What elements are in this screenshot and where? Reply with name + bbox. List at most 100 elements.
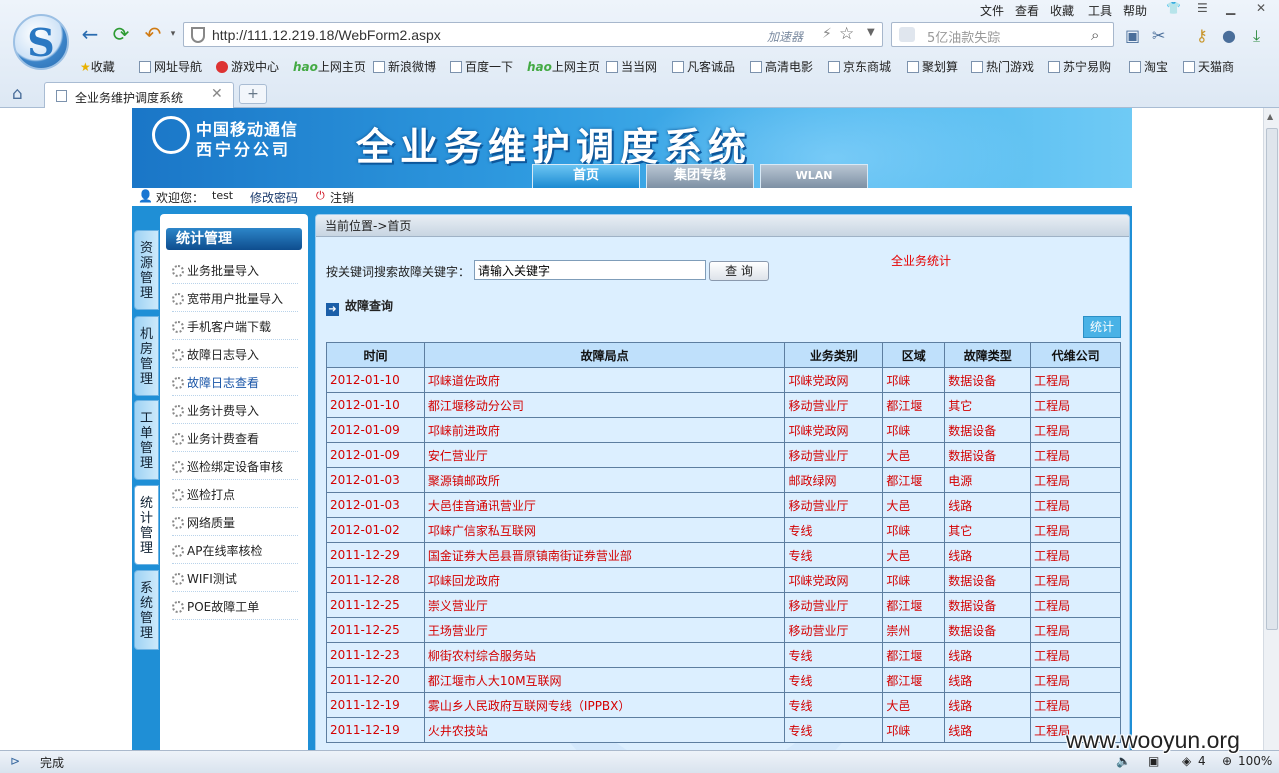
table-row[interactable]: 2012-01-09 安仁营业厅 移动营业厅 大邑 数据设备 工程局 (326, 442, 1121, 468)
table-row[interactable]: 2011-12-29 国金证券大邑县晋原镇南街证券营业部 专线 大邑 线路 工程局 (326, 542, 1121, 568)
sidebar-item-current[interactable]: 故障日志查看 (172, 370, 298, 396)
change-password-link[interactable]: 修改密码 (250, 189, 298, 206)
scissors-icon[interactable]: ✂ (1152, 26, 1165, 45)
watermark-text: www.wooyun.org (1066, 727, 1240, 753)
fav-item[interactable]: 高清电影 (750, 58, 813, 75)
vtab-statistics[interactable]: 统计管理 (134, 485, 159, 565)
sidebar-item[interactable]: 网络质量 (172, 510, 298, 536)
table-row[interactable]: 2012-01-09 邛崃前进政府 邛崃党政网 邛崃 数据设备 工程局 (326, 417, 1121, 443)
vtab-machine-room[interactable]: 机房管理 (134, 316, 159, 396)
home-icon[interactable]: ⌂ (12, 84, 23, 104)
undo-dropdown-icon[interactable]: ▾ (161, 22, 185, 46)
stats-button[interactable]: 统计 (1083, 316, 1121, 338)
tool-icon-1[interactable]: ▣ (1125, 26, 1140, 45)
table-row[interactable]: 2011-12-23 柳街农村综合服务站 专线 都江堰 线路 工程局 (326, 642, 1121, 668)
scrollbar-thumb[interactable] (1266, 128, 1278, 630)
vtab-system[interactable]: 系统管理 (134, 570, 159, 650)
fav-item[interactable]: 凡客诚品 (672, 58, 735, 75)
accelerator-button[interactable]: 加速器 (767, 28, 803, 45)
sidebar-item[interactable]: 巡检绑定设备审核 (172, 454, 298, 480)
search-box[interactable]: 5亿油款失踪 ⌕ (891, 22, 1114, 47)
fav-item[interactable]: 天猫商 (1183, 58, 1234, 75)
star-icon[interactable]: ☆ (839, 24, 854, 44)
sidebar-item[interactable]: 业务计费查看 (172, 426, 298, 452)
table-row[interactable]: 2011-12-28 邛崃回龙政府 邛崃党政网 邛崃 数据设备 工程局 (326, 567, 1121, 593)
fav-item[interactable]: 京东商城 (828, 58, 891, 75)
bolt-icon[interactable]: ⚡ (822, 26, 832, 42)
table-row[interactable]: 2012-01-03 聚源镇邮政所 邮政绿网 都江堰 电源 工程局 (326, 467, 1121, 493)
table-row[interactable]: 2012-01-03 大邑佳音通讯营业厅 移动营业厅 大邑 线路 工程局 (326, 492, 1121, 518)
table-cell: 工程局 (1030, 667, 1121, 693)
address-bar[interactable]: http://111.12.219.18/WebForm2.aspx 加速器 ⚡… (183, 22, 883, 47)
fav-item[interactable]: hao上网主页 (293, 58, 366, 75)
skin-icon[interactable]: 👕 (1166, 1, 1181, 15)
search-icon[interactable]: ⌕ (1091, 26, 1099, 44)
fav-item[interactable]: 热门游戏 (971, 58, 1034, 75)
refresh-icon[interactable]: ⟳ (109, 22, 133, 46)
new-tab-button[interactable]: + (239, 84, 267, 104)
menu-tools[interactable]: 工具 (1088, 2, 1112, 19)
nav-tab-group-line[interactable]: 集团专线 (646, 164, 754, 188)
table-row[interactable]: 2011-12-19 雾山乡人民政府互联网专线（IPPBX） 专线 大邑 线路 工程局 (326, 692, 1121, 718)
volume-icon[interactable]: 🔈 (1116, 754, 1131, 768)
fav-item[interactable]: ★收藏 (80, 58, 115, 75)
address-dropdown-icon[interactable]: ▼ (867, 27, 875, 38)
chat-icon[interactable]: ● (1222, 26, 1236, 45)
minimize-icon[interactable]: ▁ (1226, 1, 1235, 15)
shield-status-icon[interactable]: ◈ (1182, 754, 1191, 768)
fav-item[interactable]: hao上网主页 (527, 58, 600, 75)
url-text[interactable]: http://111.12.219.18/WebForm2.aspx (212, 27, 441, 43)
nav-tab-wlan[interactable]: WLAN (760, 164, 868, 188)
menu-favorites[interactable]: 收藏 (1050, 2, 1074, 19)
logout-icon[interactable]: ⏻ (316, 189, 325, 203)
sidebar-item[interactable]: 业务计费导入 (172, 398, 298, 424)
key-icon[interactable]: ⚷ (1196, 26, 1208, 45)
scroll-up-icon[interactable]: ▲ (1267, 112, 1273, 121)
search-engine-icon[interactable] (899, 27, 915, 42)
sidebar-item[interactable]: 业务批量导入 (172, 258, 298, 284)
all-stats-link[interactable]: 全业务统计 (891, 252, 951, 269)
tab-close-icon[interactable]: ✕ (211, 86, 223, 102)
menu-file[interactable]: 文件 (980, 2, 1004, 19)
table-row[interactable]: 2012-01-02 邛崃广信家私互联网 专线 邛崃 其它 工程局 (326, 517, 1121, 543)
sidebar-item[interactable]: 故障日志导入 (172, 342, 298, 368)
fav-item[interactable]: 苏宁易购 (1048, 58, 1111, 75)
sidebar-item[interactable]: POE故障工单 (172, 594, 298, 620)
sidebar-item[interactable]: 手机客户端下载 (172, 314, 298, 340)
browser-tab[interactable]: 全业务维护调度系统 ✕ (44, 82, 234, 108)
vtab-resource[interactable]: 资源管理 (134, 230, 159, 310)
keyword-input[interactable] (474, 260, 706, 280)
fav-item[interactable]: 百度一下 (450, 58, 513, 75)
fav-item[interactable]: 网址导航 (139, 58, 202, 75)
back-icon[interactable]: ← (78, 22, 102, 46)
table-row[interactable]: 2011-12-25 崇义营业厅 移动营业厅 都江堰 数据设备 工程局 (326, 592, 1121, 618)
zoom-level[interactable]: 100% (1238, 754, 1272, 768)
sidebar-item[interactable]: WIFI测试 (172, 566, 298, 592)
download-icon[interactable]: ⤓ (1253, 26, 1260, 46)
sidebar-item[interactable]: 宽带用户批量导入 (172, 286, 298, 312)
search-input[interactable]: 5亿油款失踪 (927, 27, 1000, 46)
close-icon[interactable]: ✕ (1256, 1, 1266, 15)
table-row[interactable]: 2011-12-25 王场营业厅 移动营业厅 崇州 数据设备 工程局 (326, 617, 1121, 643)
table-row[interactable]: 2012-01-10 邛崃道佐政府 邛崃党政网 邛崃 数据设备 工程局 (326, 367, 1121, 393)
nav-tab-home[interactable]: 首页 (532, 164, 640, 188)
security-icon[interactable]: ▣ (1148, 754, 1159, 768)
logout-link[interactable]: 注销 (330, 189, 354, 206)
fav-item[interactable]: 游戏中心 (216, 58, 279, 75)
fav-item[interactable]: 聚划算 (907, 58, 958, 75)
fav-item[interactable]: 淘宝 (1129, 58, 1168, 75)
menu-icon[interactable]: ☰ (1197, 1, 1208, 15)
table-row[interactable]: 2012-01-10 都江堰移动分公司 移动营业厅 都江堰 其它 工程局 (326, 392, 1121, 418)
vtab-work-order[interactable]: 工单管理 (134, 400, 159, 480)
table-row[interactable]: 2011-12-20 都江堰市人大10M互联网 专线 都江堰 线路 工程局 (326, 667, 1121, 693)
table-row[interactable]: 2011-12-19 火井农技站 专线 邛崃 线路 工程局 (326, 717, 1121, 743)
scrollbar[interactable]: ▲ (1263, 108, 1279, 750)
sidebar-item[interactable]: AP在线率核检 (172, 538, 298, 564)
fav-item[interactable]: 当当网 (606, 58, 657, 75)
sidebar-item[interactable]: 巡检打点 (172, 482, 298, 508)
zoom-icon[interactable]: ⊕ (1222, 754, 1232, 768)
menu-view[interactable]: 查看 (1015, 2, 1039, 19)
fav-item[interactable]: 新浪微博 (373, 58, 436, 75)
menu-help[interactable]: 帮助 (1123, 2, 1147, 19)
query-button[interactable]: 查 询 (709, 261, 769, 281)
